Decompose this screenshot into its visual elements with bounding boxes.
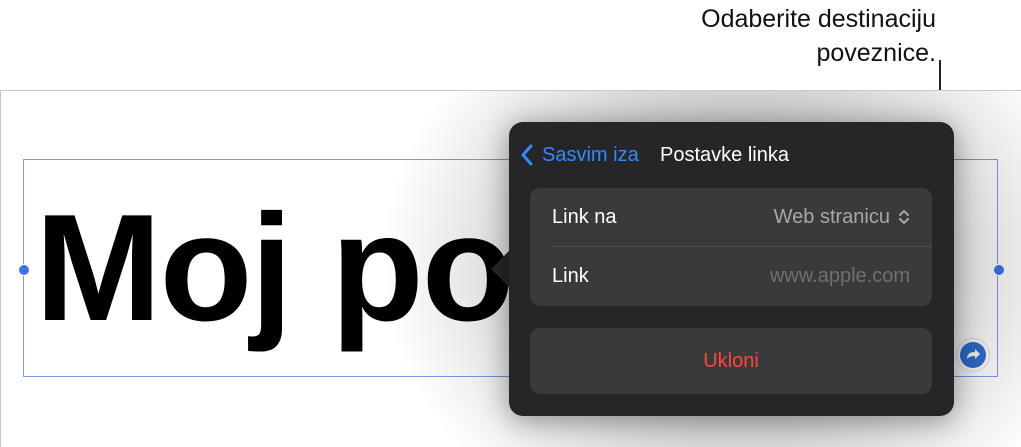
link-url-row[interactable]: Link www.apple.com: [530, 247, 932, 305]
back-button[interactable]: Sasvim iza: [520, 140, 639, 170]
selection-handle-right[interactable]: [993, 264, 1005, 276]
link-settings-popover: Sasvim iza Postavke linka Link na Web st…: [509, 122, 954, 416]
link-to-label: Link na: [552, 205, 617, 228]
popover-title: Postavke linka: [660, 144, 789, 166]
document-text[interactable]: Moj po: [35, 183, 515, 353]
selection-handle-left[interactable]: [18, 264, 30, 276]
link-to-row[interactable]: Link na Web stranicu: [530, 188, 932, 246]
link-url-field[interactable]: www.apple.com: [770, 265, 910, 288]
callout-line-1: Odaberite destinaciju: [701, 5, 936, 33]
link-url-label: Link: [552, 264, 589, 287]
link-to-value[interactable]: Web stranicu: [774, 206, 910, 229]
remove-link-button[interactable]: Ukloni: [530, 328, 932, 394]
popover-arrow: [491, 249, 511, 289]
chevron-up-down-icon: [899, 210, 909, 224]
callout-text: Odaberite destinaciju poveznice.: [600, 2, 936, 70]
link-badge-button[interactable]: [957, 339, 989, 371]
chevron-left-icon: [521, 144, 533, 166]
callout-line-2: poveznice.: [816, 39, 936, 67]
link-options-group: Link na Web stranicu Link www.apple.com: [530, 188, 932, 306]
link-to-value-text: Web stranicu: [773, 205, 890, 228]
link-arrow-icon: [960, 342, 986, 368]
back-button-label: Sasvim iza: [542, 143, 639, 166]
